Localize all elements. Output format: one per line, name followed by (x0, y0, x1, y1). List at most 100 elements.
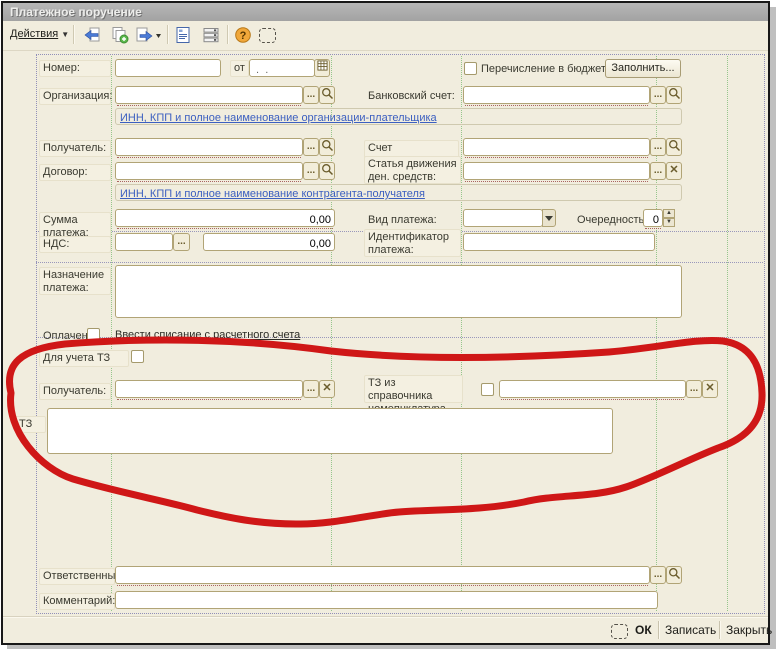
amount-input (115, 209, 335, 227)
save-button[interactable]: Записать (665, 623, 716, 637)
tz-recipient-input-field[interactable] (116, 383, 302, 399)
responsible-input-field[interactable] (116, 569, 649, 585)
vat-rate-input-field[interactable] (116, 236, 172, 252)
date-preposition: от (230, 60, 249, 77)
cash-flow-item-clear-button[interactable]: ✕ (666, 162, 682, 180)
tz-recipient-select-button[interactable]: ... (303, 380, 319, 398)
ok-button[interactable]: ОК (635, 623, 652, 637)
tz-recipient-label: Получатель: (39, 383, 111, 400)
magnifier-icon (321, 163, 334, 176)
tz-from-catalog-input (499, 380, 686, 398)
tz-account-checkbox[interactable] (131, 350, 144, 363)
payment-id-input-field[interactable] (464, 236, 654, 252)
tz-from-catalog-select-button[interactable]: ... (686, 380, 702, 398)
payment-kind-dropdown-button[interactable] (542, 209, 556, 227)
tz-from-catalog-label: ТЗ из справочника номепнклатура (364, 375, 463, 403)
payment-kind-input-field[interactable] (464, 212, 542, 228)
tz-recipient-input (115, 380, 303, 398)
register-records-icon[interactable] (199, 24, 223, 46)
recipient-input (115, 138, 303, 156)
vat-label: НДС: (39, 236, 111, 253)
responsible-open-button[interactable] (666, 566, 682, 584)
help-icon[interactable]: ? (231, 24, 255, 46)
go-icon[interactable] (134, 24, 164, 46)
responsible-select-button[interactable]: ... (650, 566, 666, 584)
cash-flow-item-input (463, 162, 650, 180)
cash-flow-item-select-button[interactable]: ... (650, 162, 666, 180)
purpose-textarea[interactable] (115, 265, 682, 318)
vat-rate-select-button[interactable]: ... (173, 233, 190, 251)
cash-flow-item-input-field[interactable] (464, 165, 649, 181)
selection-frame-icon[interactable] (607, 620, 631, 642)
tz-from-catalog-input-field[interactable] (500, 383, 685, 399)
comment-input (115, 591, 658, 609)
recipient-input-field[interactable] (116, 141, 302, 157)
chevron-down-icon: ▼ (61, 30, 69, 39)
contract-select-button[interactable]: ... (303, 162, 319, 180)
copy-icon[interactable] (107, 24, 131, 46)
group-line (36, 262, 763, 263)
budget-transfer-label: Перечисление в бюджет (481, 63, 606, 75)
calendar-button[interactable] (314, 59, 330, 77)
tz-textarea[interactable] (47, 408, 613, 454)
toolbar: Действия ▼ ? (3, 21, 768, 51)
payment-id-input (463, 233, 655, 251)
selection-frame-icon[interactable] (255, 24, 279, 46)
number-input-field[interactable] (116, 62, 220, 78)
tz-recipient-clear-button[interactable]: ✕ (319, 380, 335, 398)
organization-input-field[interactable] (116, 89, 302, 105)
bank-account-select-button[interactable]: ... (650, 86, 666, 104)
contract-input (115, 162, 303, 180)
contract-label: Договор: (39, 164, 111, 181)
screenshot-stage: Платежное поручение Действия ▼ ? (0, 0, 777, 649)
priority-spinner[interactable]: ▲▼ (663, 209, 675, 227)
priority-input (643, 209, 663, 227)
organization-select-button[interactable]: ... (303, 86, 319, 104)
recipient-select-button[interactable]: ... (303, 138, 319, 156)
contract-input-field[interactable] (116, 165, 302, 181)
recipient-open-button[interactable] (319, 138, 335, 156)
magnifier-icon (668, 567, 681, 580)
tz-label: ТЗ (15, 416, 46, 433)
payer-details-link[interactable]: ИНН, КПП и полное наименование организац… (120, 112, 437, 124)
post-document-icon[interactable] (79, 24, 103, 46)
magnifier-icon (321, 87, 334, 100)
number-input (115, 59, 221, 77)
priority-label: Очередность: (573, 212, 651, 229)
contract-open-button[interactable] (319, 162, 335, 180)
payment-order-window: Платежное поручение Действия ▼ ? (1, 1, 770, 645)
organization-input (115, 86, 303, 104)
window-title: Платежное поручение (3, 3, 768, 21)
amount-input-field[interactable] (116, 212, 334, 228)
close-button[interactable]: Закрыть (726, 623, 772, 637)
recipient-account-input-field[interactable] (464, 141, 649, 157)
enter-writeoff-link[interactable]: Ввести списание с расчетного счета (115, 329, 300, 341)
footer-separator (658, 621, 660, 639)
date-input-field[interactable] (250, 62, 314, 78)
organization-open-button[interactable] (319, 86, 335, 104)
payment-kind-label: Вид платежа: (364, 212, 459, 229)
tz-from-catalog-checkbox[interactable] (481, 383, 494, 396)
actions-menu[interactable]: Действия ▼ (10, 28, 69, 40)
recipient-account-open-button[interactable] (666, 138, 682, 156)
bank-account-label: Банковский счет: (364, 88, 459, 105)
paid-checkbox[interactable] (87, 328, 100, 341)
budget-transfer-checkbox[interactable] (464, 62, 477, 75)
splitter-guide (111, 56, 112, 611)
recipient-details-link[interactable]: ИНН, КПП и полное наименование контраген… (120, 188, 425, 200)
tz-account-label: Для учета ТЗ (39, 350, 129, 367)
chevron-down-icon (545, 216, 553, 225)
number-label: Номер: (39, 60, 111, 77)
tz-from-catalog-clear-button[interactable]: ✕ (702, 380, 718, 398)
vat-amount-input-field[interactable] (204, 236, 334, 252)
fill-button[interactable]: Заполнить... (605, 59, 681, 78)
toolbar-separator (227, 25, 229, 44)
recipient-account-select-button[interactable]: ... (650, 138, 666, 156)
bank-account-input-field[interactable] (464, 89, 649, 105)
recipient-details-panel: ИНН, КПП и полное наименование контраген… (115, 184, 682, 201)
journal-icon[interactable] (171, 24, 195, 46)
priority-input-field[interactable] (644, 212, 662, 228)
magnifier-icon (321, 139, 334, 152)
bank-account-open-button[interactable] (666, 86, 682, 104)
comment-input-field[interactable] (116, 594, 657, 610)
